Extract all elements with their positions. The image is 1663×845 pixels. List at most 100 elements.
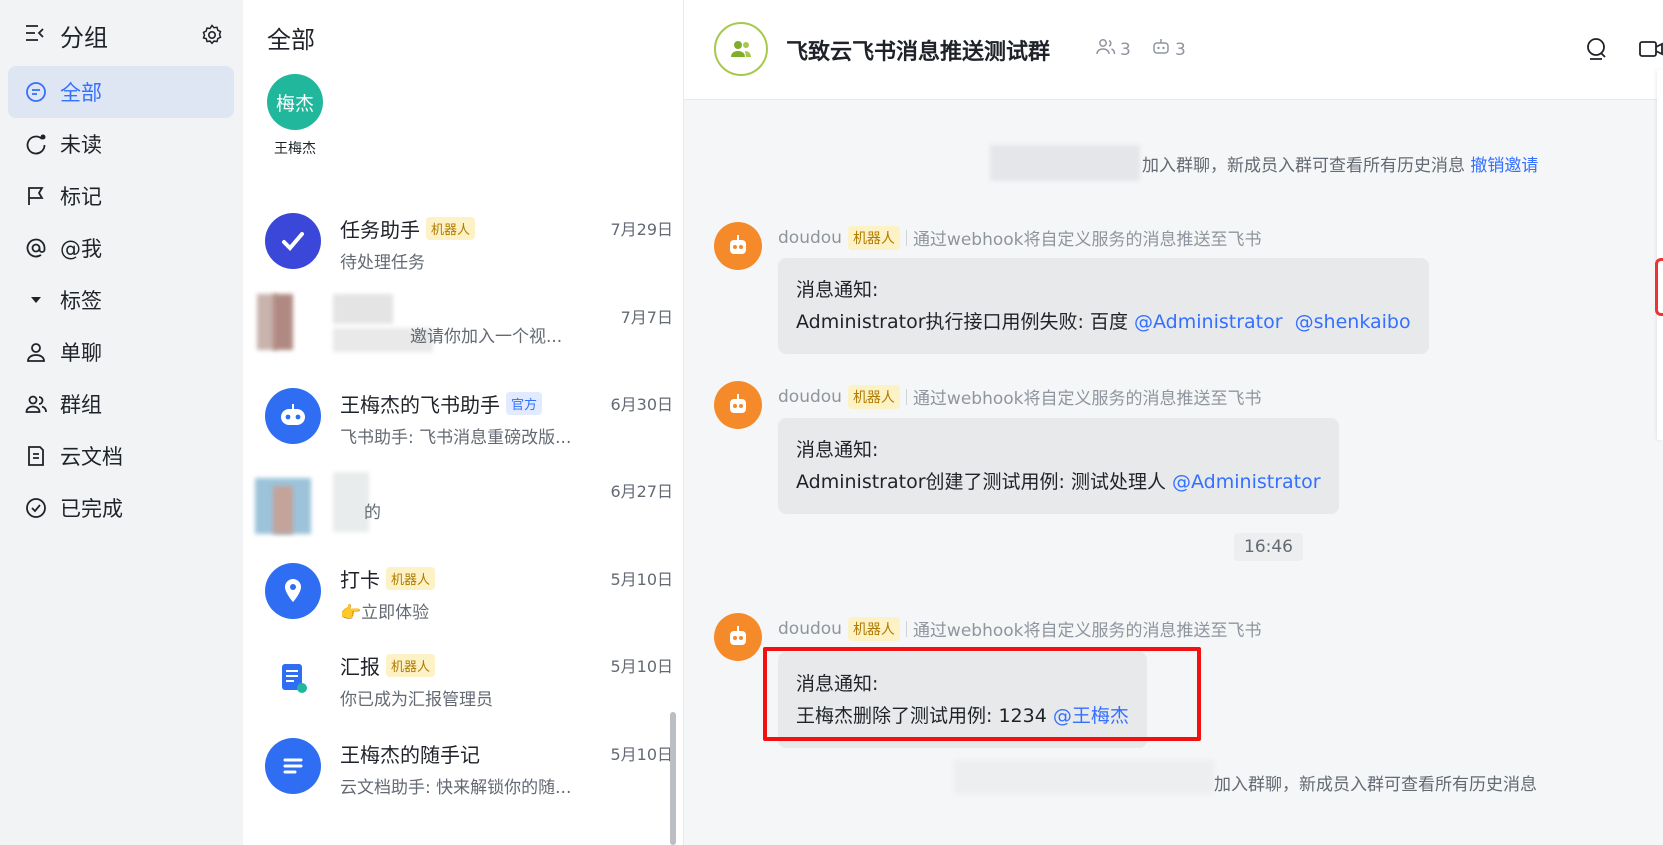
nav-item-label: 群组 [60,393,102,417]
bot-icon [1151,38,1171,61]
group-avatar[interactable] [714,22,768,76]
location-pin-icon [265,563,321,619]
conversation-name: 任务助手 [340,218,420,242]
bot-avatar[interactable] [714,381,762,429]
notes-icon [265,738,321,794]
side-panel-edge [1657,70,1663,440]
chat-bubble-icon [24,80,48,104]
nav-item-label: 全部 [60,81,102,105]
bot-count-value: 3 [1175,39,1186,60]
members-icon [1096,38,1116,61]
message-meta: doudou 机器人 通过webhook将自定义服务的消息推送至飞书 [778,616,1262,641]
side-panel-highlight [1655,258,1663,316]
nav-item-all[interactable]: 全部 [8,66,234,118]
blurred-name [333,294,393,324]
bot-badge: 机器人 [847,225,900,250]
bot-badge: 机器人 [847,616,900,641]
sender-name[interactable]: doudou [778,228,842,248]
list-item[interactable]: 王梅杰的飞书助手 官方 6月30日 飞书助手: 飞书消息重磅改版... [243,375,673,461]
conversation-preview: 👉立即体验 [340,603,430,623]
blurred-avatar [273,486,293,534]
revoke-invite-link[interactable]: 撤销邀请 [1470,156,1538,176]
message-line: 消息通知: [796,439,879,461]
blurred-avatar [273,294,293,350]
list-scrollbar[interactable] [670,712,676,845]
group-icon [24,392,48,416]
list-item[interactable]: 汇报 机器人 5月10日 你已成为汇报管理员 [243,637,673,723]
list-item[interactable]: 任务助手 机器人 7月29日 待处理任务 [243,200,673,286]
nav-item-label: 已完成 [60,497,123,521]
divider [905,388,907,405]
search-icon[interactable] [1584,36,1610,66]
nav-item-docs[interactable]: 云文档 [8,430,234,482]
message-line: Administrator执行接口用例失败: 百度 [796,311,1128,333]
conversation-date: 5月10日 [610,570,673,589]
conversation-date: 7月29日 [610,220,673,239]
nav-item-mentions[interactable]: @我 [8,222,234,274]
mention-link[interactable]: @shenkaibo [1295,311,1411,333]
pinned-contact[interactable]: 梅杰 王梅杰 [265,74,325,158]
bot-badge: 机器人 [847,384,900,409]
mention-link[interactable]: @Administrator [1172,471,1321,493]
bot-avatar[interactable] [714,613,762,661]
list-item[interactable]: 王梅杰的随手记 5月10日 云文档助手: 快来解锁你的随... [243,725,673,811]
caret-down-icon [24,288,48,312]
system-message-text: 加入群聊，新成员入群可查看所有历史消息 [1142,156,1465,176]
conversation-date: 6月30日 [610,395,673,414]
check-circle-icon [24,496,48,520]
list-item[interactable]: 打卡 机器人 5月10日 👉立即体验 [243,550,673,636]
collapse-icon[interactable] [24,22,46,48]
divider [905,229,907,246]
list-item[interactable]: 6月27日 的 [243,462,673,548]
nav-item-flagged[interactable]: 标记 [8,170,234,222]
report-icon [265,650,321,706]
conversation-name: 王梅杰的随手记 [340,743,480,767]
member-count-value: 3 [1120,39,1131,60]
bot-badge: 机器人 [386,654,436,677]
bot-avatar[interactable] [714,222,762,270]
robot-avatar-icon [265,388,321,444]
nav-item-label: 云文档 [60,445,123,469]
conversation-date: 5月10日 [610,745,673,764]
pinned-contact-name: 王梅杰 [274,141,316,157]
message-bubble[interactable]: 消息通知: Administrator创建了测试用例: 测试处理人 @Admin… [778,418,1339,514]
sender-name[interactable]: doudou [778,619,842,639]
nav-item-labels[interactable]: 标签 [8,274,234,326]
nav-header: 分组 [24,20,224,52]
conversation-date: 5月10日 [610,657,673,676]
nav-title: 分组 [60,23,108,52]
gear-icon[interactable] [200,23,224,51]
system-message: 加入群聊，新成员入群可查看所有历史消息 撤销邀请 [1142,151,1538,176]
conversation-name: 汇报 [340,655,380,679]
blurred-member-names [990,145,1140,181]
conversation-name: 王梅杰的飞书助手 [340,393,500,417]
nav-item-unread[interactable]: 未读 [8,118,234,170]
list-item[interactable]: 7月7日 邀请你加入一个视... [243,288,673,374]
chat-title[interactable]: 飞致云飞书消息推送测试群 [786,34,1050,66]
nav-item-direct[interactable]: 单聊 [8,326,234,378]
sender-name[interactable]: doudou [778,387,842,407]
bot-description: 通过webhook将自定义服务的消息推送至飞书 [912,389,1262,409]
conversation-list: 全部 梅杰 王梅杰 任务助手 机器人 7月29日 待处理任务 7月7日 邀请你加入… [243,0,684,845]
bot-badge: 机器人 [386,567,436,590]
mention-link[interactable]: @王梅杰 [1053,705,1129,727]
nav-item-label: 未读 [60,133,102,157]
official-badge: 官方 [506,392,543,415]
message-bubble[interactable]: 消息通知: Administrator执行接口用例失败: 百度 @Adminis… [778,258,1429,354]
at-icon [24,236,48,260]
time-divider: 16:46 [1234,533,1303,561]
mention-link[interactable]: @Administrator [1134,311,1283,333]
member-count[interactable]: 3 [1096,38,1131,61]
message-bubble[interactable]: 消息通知: 王梅杰删除了测试用例: 1234 @王梅杰 [778,652,1147,748]
list-title: 全部 [267,26,315,54]
nav-item-done[interactable]: 已完成 [8,482,234,534]
conversation-preview: 你已成为汇报管理员 [340,690,493,710]
video-call-icon[interactable] [1638,36,1663,66]
message-line: 王梅杰删除了测试用例: 1234 [796,705,1047,727]
bot-count[interactable]: 3 [1151,38,1186,61]
nav-item-groups[interactable]: 群组 [8,378,234,430]
blurred-member-names [954,760,1214,794]
conversation-preview: 的 [364,503,381,523]
conversation-name: 打卡 [340,568,380,592]
chat-header: 飞致云飞书消息推送测试群 3 3 [684,0,1663,100]
